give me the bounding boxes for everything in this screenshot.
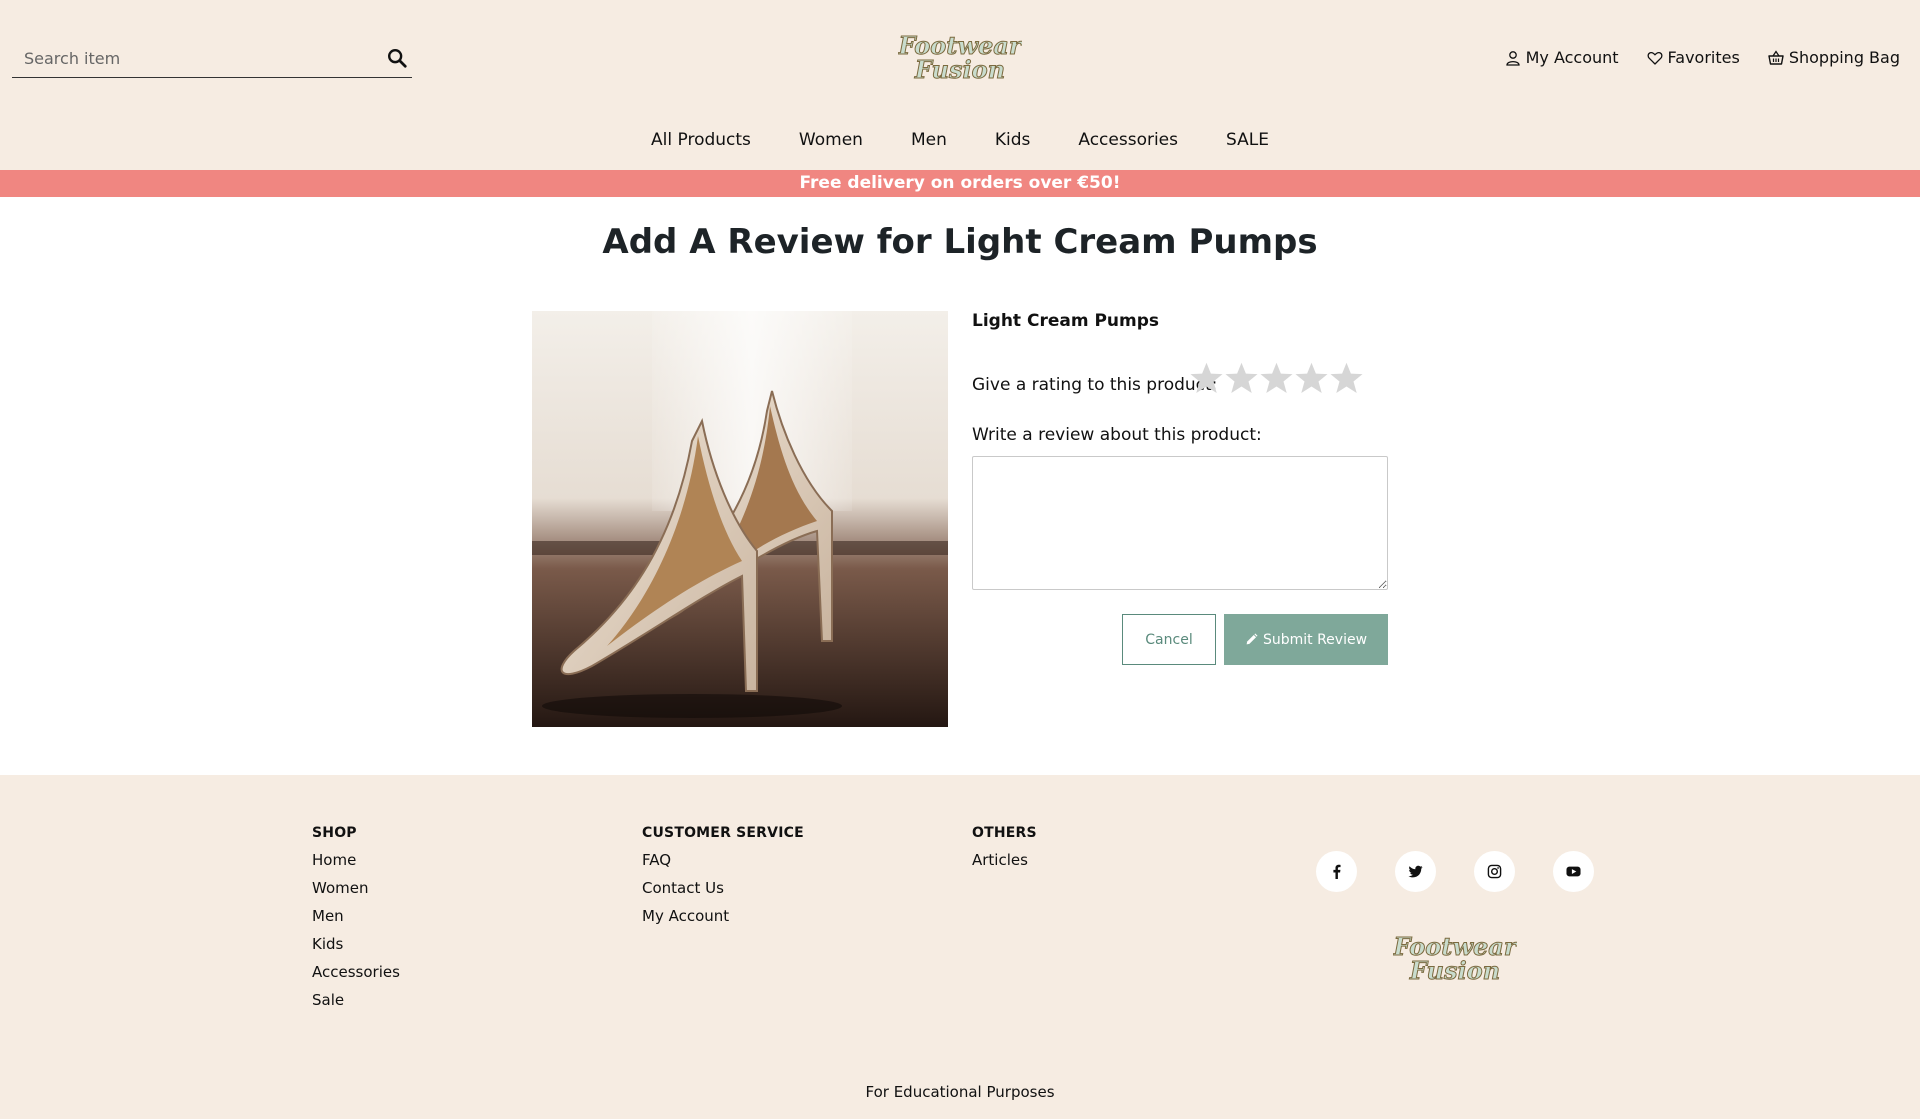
- instagram-link[interactable]: [1474, 851, 1515, 892]
- star-2-icon[interactable]: [1224, 359, 1259, 397]
- star-3-icon[interactable]: [1259, 359, 1294, 397]
- footer-shop: SHOP Home Women Men Kids Accessories Sal…: [312, 825, 400, 1019]
- product-image: [532, 311, 948, 727]
- facebook-link[interactable]: [1316, 851, 1357, 892]
- star-4-icon[interactable]: [1294, 359, 1329, 397]
- search-input[interactable]: [12, 40, 372, 76]
- shopping-bag-label: Shopping Bag: [1788, 48, 1900, 67]
- social-links: [1316, 851, 1594, 892]
- footer-link-faq[interactable]: FAQ: [642, 851, 804, 869]
- nav-kids[interactable]: Kids: [995, 130, 1031, 150]
- user-icon: [1505, 50, 1520, 66]
- main-nav: All Products Women Men Kids Accessories …: [0, 130, 1920, 150]
- my-account-label: My Account: [1525, 48, 1619, 67]
- review-label: Write a review about this product:: [972, 425, 1262, 445]
- search-bar: [12, 40, 412, 78]
- footer-brand-logo[interactable]: Footwear Fusion: [1393, 931, 1517, 986]
- review-textarea[interactable]: [972, 456, 1388, 590]
- logo-line2: Fusion: [914, 55, 1005, 84]
- nav-all-products[interactable]: All Products: [651, 130, 751, 150]
- pencil-icon: [1246, 633, 1258, 645]
- footer-link-articles[interactable]: Articles: [972, 851, 1037, 869]
- youtube-link[interactable]: [1553, 851, 1594, 892]
- nav-men[interactable]: Men: [911, 130, 947, 150]
- nav-women[interactable]: Women: [799, 130, 863, 150]
- star-5-icon[interactable]: [1329, 359, 1364, 397]
- twitter-icon: [1408, 865, 1423, 878]
- youtube-icon: [1566, 866, 1581, 877]
- nav-accessories[interactable]: Accessories: [1078, 130, 1178, 150]
- heart-icon: [1647, 51, 1663, 65]
- nav-sale[interactable]: SALE: [1226, 130, 1269, 150]
- footer-link-accessories[interactable]: Accessories: [312, 963, 400, 981]
- footer-logo-line2: Fusion: [1409, 956, 1500, 985]
- footer-link-contact-us[interactable]: Contact Us: [642, 879, 804, 897]
- footer-others-title: OTHERS: [972, 825, 1037, 841]
- instagram-icon: [1487, 864, 1502, 879]
- page-title: Add A Review for Light Cream Pumps: [602, 222, 1318, 262]
- footer-link-men[interactable]: Men: [312, 907, 400, 925]
- footer-link-sale[interactable]: Sale: [312, 991, 400, 1009]
- footer-link-women[interactable]: Women: [312, 879, 400, 897]
- search-icon[interactable]: [386, 47, 408, 69]
- favorites-link[interactable]: Favorites: [1647, 48, 1740, 67]
- submit-review-button[interactable]: Submit Review: [1224, 614, 1388, 665]
- footer-customer-service: CUSTOMER SERVICE FAQ Contact Us My Accou…: [642, 825, 804, 935]
- footer-note: For Educational Purposes: [865, 1083, 1055, 1101]
- star-rating: [1189, 359, 1364, 397]
- facebook-icon: [1333, 864, 1341, 879]
- footer-others: OTHERS Articles: [972, 825, 1037, 879]
- footer-link-kids[interactable]: Kids: [312, 935, 400, 953]
- submit-review-label: Submit Review: [1262, 631, 1368, 648]
- cancel-button[interactable]: Cancel: [1122, 614, 1216, 665]
- footer-link-my-account[interactable]: My Account: [642, 907, 804, 925]
- rating-row: Give a rating to this product:: [972, 359, 1388, 399]
- rating-label: Give a rating to this product:: [972, 375, 1218, 395]
- star-1-icon[interactable]: [1189, 359, 1224, 397]
- basket-icon: [1768, 49, 1784, 65]
- brand-logo[interactable]: Footwear Fusion: [898, 30, 1022, 85]
- footer-shop-title: SHOP: [312, 825, 357, 841]
- twitter-link[interactable]: [1395, 851, 1436, 892]
- footer-link-home[interactable]: Home: [312, 851, 400, 869]
- my-account-link[interactable]: My Account: [1505, 48, 1619, 67]
- footer-cs-title: CUSTOMER SERVICE: [642, 825, 804, 841]
- account-links: My Account Favorites Shopping Bag: [1505, 48, 1900, 67]
- product-name: Light Cream Pumps: [972, 311, 1160, 331]
- site-header: Footwear Fusion My Account Favorites: [0, 0, 1920, 170]
- promo-banner: Free delivery on orders over €50!: [0, 170, 1920, 197]
- site-footer: SHOP Home Women Men Kids Accessories Sal…: [0, 775, 1920, 1119]
- shopping-bag-link[interactable]: Shopping Bag: [1768, 48, 1900, 67]
- favorites-label: Favorites: [1667, 48, 1740, 67]
